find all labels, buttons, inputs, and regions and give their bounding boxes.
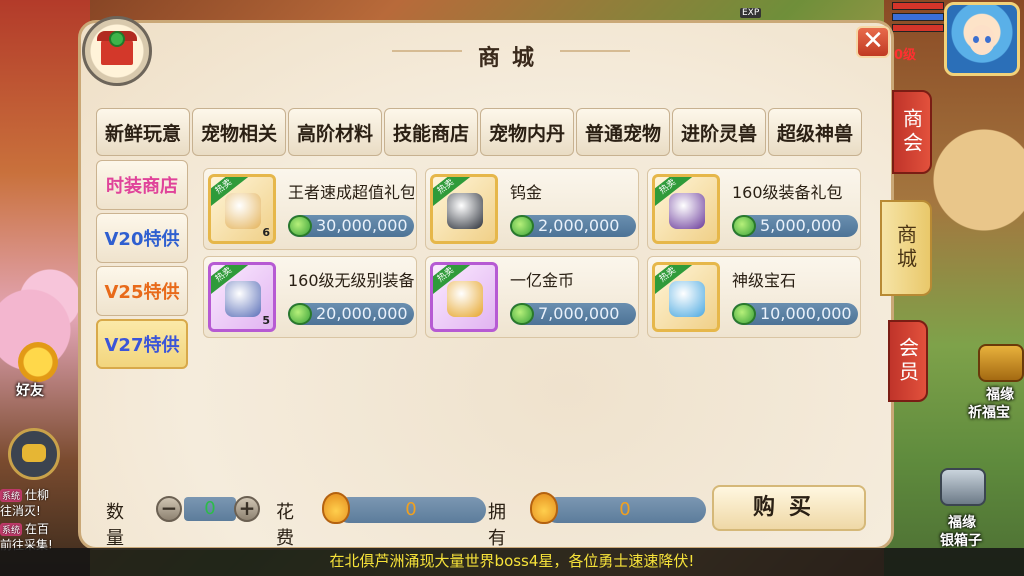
money-bag-icon <box>322 492 350 524</box>
tab-pet-related[interactable]: 宠物相关 <box>192 108 286 156</box>
item-price: 5,000,000 <box>732 215 858 237</box>
tab-advanced-beasts[interactable]: 进阶灵兽 <box>672 108 766 156</box>
system-tag: 系统 <box>0 523 23 536</box>
item-icon: 热卖 <box>430 262 498 332</box>
tab-mall[interactable]: 商城 <box>880 200 932 296</box>
blessing-chest-icon[interactable] <box>978 344 1024 382</box>
system-text: 在百 <box>25 522 50 536</box>
shop-item[interactable]: 热卖 5 160级无级别装备 20,000,000 <box>203 256 417 338</box>
money-bag-icon <box>530 492 558 524</box>
hp-bar <box>892 2 944 10</box>
shop-emblem-icon <box>82 16 152 86</box>
gem-bag-icon <box>669 281 705 317</box>
item-count: 6 <box>262 226 270 239</box>
chat-bubble-icon <box>22 444 46 462</box>
item-price-value: 30,000,000 <box>316 216 408 235</box>
system-message: 往消灭! <box>0 502 41 519</box>
item-price: 30,000,000 <box>288 215 414 237</box>
system-message: 系统 仕柳 <box>0 486 49 503</box>
silver-chest-icon[interactable] <box>940 468 986 506</box>
rage-bar <box>892 24 944 32</box>
tab-v20-special[interactable]: V20特供 <box>96 213 188 263</box>
shop-item[interactable]: 热卖 6 王者速成超值礼包 30,000,000 <box>203 168 417 250</box>
item-price: 2,000,000 <box>510 215 636 237</box>
owned-label: 拥有 <box>488 502 506 549</box>
friends-label: 好友 <box>16 383 44 399</box>
coin-icon <box>732 215 756 237</box>
coin-icon <box>288 215 312 237</box>
shop-item[interactable]: 热卖 神级宝石 10,000,000 <box>647 256 861 338</box>
announcement-marquee: 在北俱芦洲涌现大量世界boss4星，各位勇士速速降伏! <box>0 548 1024 576</box>
item-icon: 热卖 6 <box>208 174 276 244</box>
item-price-value: 10,000,000 <box>760 304 852 323</box>
item-icon: 热卖 <box>652 262 720 332</box>
item-name: 160级装备礼包 <box>732 183 843 201</box>
blessing-chest-line2: 祈福宝 <box>968 405 1010 421</box>
buy-button[interactable]: 购买 <box>712 485 866 531</box>
item-name: 160级无级别装备 <box>288 271 414 289</box>
system-text: 仕柳 <box>25 488 50 502</box>
item-name: 一亿金币 <box>510 271 575 289</box>
quantity-label: 数量 <box>106 502 124 549</box>
silver-chest-line1: 福缘 <box>948 515 976 531</box>
cost-label: 花费 <box>276 502 294 549</box>
tab-super-beasts[interactable]: 超级神兽 <box>768 108 862 156</box>
close-button[interactable]: ✕ <box>856 26 890 58</box>
system-message: 系统 在百 <box>0 520 49 537</box>
quantity-input[interactable]: 0 <box>184 497 236 521</box>
gift-bag-icon <box>669 193 705 229</box>
coin-icon <box>510 303 534 325</box>
cost-value: 0 <box>336 497 486 523</box>
tab-membership[interactable]: 会员 <box>888 320 928 402</box>
owned-value: 0 <box>544 497 706 523</box>
tab-v27-special[interactable]: V27特供 <box>96 319 188 369</box>
item-price: 7,000,000 <box>510 303 636 325</box>
decrease-button[interactable]: − <box>156 496 182 522</box>
status-bars <box>892 2 944 35</box>
tab-v25-special[interactable]: V25特供 <box>96 266 188 316</box>
tab-chamber-of-commerce[interactable]: 商会 <box>892 90 932 174</box>
item-price: 10,000,000 <box>732 303 858 325</box>
tab-skill-shop[interactable]: 技能商店 <box>384 108 478 156</box>
item-price: 20,000,000 <box>288 303 414 325</box>
category-tabs: 新鲜玩意 宠物相关 高阶材料 技能商店 宠物内丹 普通宠物 进阶灵兽 超级神兽 <box>96 108 862 156</box>
silver-chest-line2: 银箱子 <box>940 533 982 549</box>
item-icon: 热卖 <box>430 174 498 244</box>
system-text: 往消灭! <box>0 504 41 518</box>
coin-icon <box>510 215 534 237</box>
chest-icon <box>225 281 261 317</box>
item-name: 王者速成超值礼包 <box>288 183 414 201</box>
chat-icon[interactable] <box>8 428 60 480</box>
item-price-value: 2,000,000 <box>538 216 620 235</box>
system-tag: 系统 <box>0 489 23 502</box>
item-icon: 热卖 <box>652 174 720 244</box>
tab-advanced-materials[interactable]: 高阶材料 <box>288 108 382 156</box>
friends-icon[interactable] <box>18 342 58 382</box>
tab-normal-pets[interactable]: 普通宠物 <box>576 108 670 156</box>
mp-bar <box>892 13 944 21</box>
tungsten-ore-icon <box>447 193 483 229</box>
exp-label: EXP <box>740 8 762 18</box>
subcategory-tabs: 时装商店 V20特供 V25特供 V27特供 <box>96 160 188 372</box>
item-name: 神级宝石 <box>732 271 797 289</box>
item-icon: 热卖 5 <box>208 262 276 332</box>
scroll-icon <box>225 193 261 229</box>
item-price-value: 20,000,000 <box>316 304 408 323</box>
coin-icon <box>732 303 756 325</box>
shop-coin-icon <box>109 31 125 47</box>
shop-item[interactable]: 热卖 160级装备礼包 5,000,000 <box>647 168 861 250</box>
tab-fashion-shop[interactable]: 时装商店 <box>96 160 188 210</box>
gold-chest-icon <box>447 281 483 317</box>
tab-novelty[interactable]: 新鲜玩意 <box>96 108 190 156</box>
blessing-chest-line1: 福缘 <box>986 387 1014 403</box>
coin-icon <box>288 303 312 325</box>
item-count: 5 <box>262 314 270 327</box>
increase-button[interactable]: + <box>234 496 260 522</box>
shop-item[interactable]: 热卖 一亿金币 7,000,000 <box>425 256 639 338</box>
item-name: 钨金 <box>510 183 543 201</box>
item-price-value: 5,000,000 <box>760 216 842 235</box>
item-price-value: 7,000,000 <box>538 304 620 323</box>
shop-item[interactable]: 热卖 钨金 2,000,000 <box>425 168 639 250</box>
tab-pet-core[interactable]: 宠物内丹 <box>480 108 574 156</box>
